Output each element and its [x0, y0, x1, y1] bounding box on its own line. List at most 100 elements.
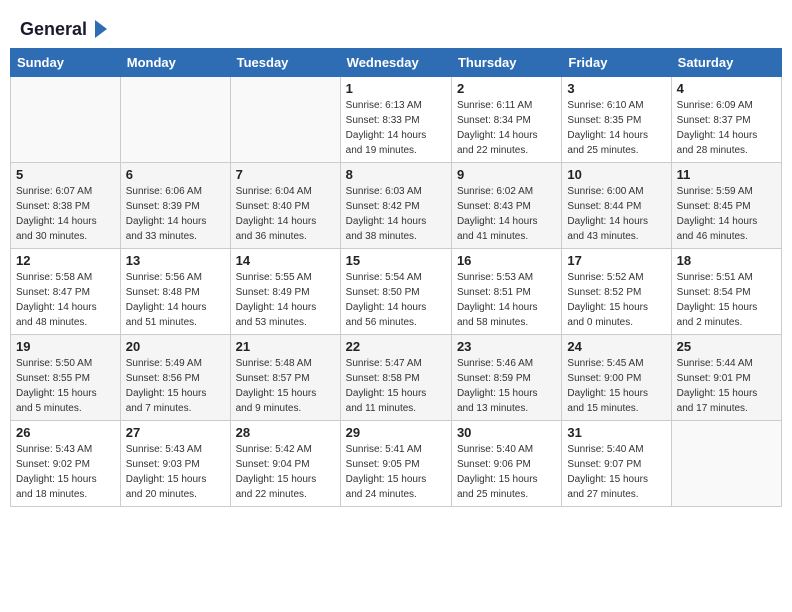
day-number: 30 [457, 425, 556, 440]
calendar-day-cell: 18 Sunrise: 5:51 AM Sunset: 8:54 PM Dayli… [671, 249, 781, 335]
day-number: 7 [236, 167, 335, 182]
day-number: 28 [236, 425, 335, 440]
calendar-header-row: SundayMondayTuesdayWednesdayThursdayFrid… [11, 49, 782, 77]
calendar-day-cell: 17 Sunrise: 5:52 AM Sunset: 8:52 PM Dayli… [562, 249, 671, 335]
day-number: 24 [567, 339, 665, 354]
day-info: Sunrise: 6:07 AM Sunset: 8:38 PM Dayligh… [16, 184, 115, 244]
day-info: Sunrise: 5:51 AM Sunset: 8:54 PM Dayligh… [677, 270, 776, 330]
day-number: 23 [457, 339, 556, 354]
logo-general-text: General [20, 19, 87, 40]
day-number: 19 [16, 339, 115, 354]
day-info: Sunrise: 5:53 AM Sunset: 8:51 PM Dayligh… [457, 270, 556, 330]
day-info: Sunrise: 6:11 AM Sunset: 8:34 PM Dayligh… [457, 98, 556, 158]
day-info: Sunrise: 5:48 AM Sunset: 8:57 PM Dayligh… [236, 356, 335, 416]
day-info: Sunrise: 5:47 AM Sunset: 8:58 PM Dayligh… [346, 356, 446, 416]
calendar-day-cell: 19 Sunrise: 5:50 AM Sunset: 8:55 PM Dayli… [11, 335, 121, 421]
day-number: 4 [677, 81, 776, 96]
calendar-week-row: 5 Sunrise: 6:07 AM Sunset: 8:38 PM Daylig… [11, 163, 782, 249]
calendar-day-cell: 8 Sunrise: 6:03 AM Sunset: 8:42 PM Daylig… [340, 163, 451, 249]
day-info: Sunrise: 5:54 AM Sunset: 8:50 PM Dayligh… [346, 270, 446, 330]
logo: General [20, 18, 109, 38]
day-info: Sunrise: 5:56 AM Sunset: 8:48 PM Dayligh… [126, 270, 225, 330]
calendar-day-cell: 13 Sunrise: 5:56 AM Sunset: 8:48 PM Dayli… [120, 249, 230, 335]
calendar-week-row: 26 Sunrise: 5:43 AM Sunset: 9:02 PM Dayli… [11, 421, 782, 507]
calendar-day-cell: 15Sunrise: 5:54 AM Sunset: 8:50 PM Dayli… [340, 249, 451, 335]
day-number: 18 [677, 253, 776, 268]
day-info: Sunrise: 5:42 AM Sunset: 9:04 PM Dayligh… [236, 442, 335, 502]
day-number: 9 [457, 167, 556, 182]
day-info: Sunrise: 5:45 AM Sunset: 9:00 PM Dayligh… [567, 356, 665, 416]
day-number: 1 [346, 81, 446, 96]
calendar-empty-cell [230, 77, 340, 163]
calendar-day-cell: 6Sunrise: 6:06 AM Sunset: 8:39 PM Daylig… [120, 163, 230, 249]
calendar-day-cell: 22 Sunrise: 5:47 AM Sunset: 8:58 PM Dayli… [340, 335, 451, 421]
calendar-day-cell: 27Sunrise: 5:43 AM Sunset: 9:03 PM Dayli… [120, 421, 230, 507]
day-info: Sunrise: 5:43 AM Sunset: 9:02 PM Dayligh… [16, 442, 115, 502]
calendar-day-cell: 21 Sunrise: 5:48 AM Sunset: 8:57 PM Dayli… [230, 335, 340, 421]
weekday-header-friday: Friday [562, 49, 671, 77]
calendar-day-cell: 25 Sunrise: 5:44 AM Sunset: 9:01 PM Dayli… [671, 335, 781, 421]
day-number: 25 [677, 339, 776, 354]
day-info: Sunrise: 5:46 AM Sunset: 8:59 PM Dayligh… [457, 356, 556, 416]
day-info: Sunrise: 5:50 AM Sunset: 8:55 PM Dayligh… [16, 356, 115, 416]
calendar-day-cell: 14Sunrise: 5:55 AM Sunset: 8:49 PM Dayli… [230, 249, 340, 335]
weekday-header-thursday: Thursday [451, 49, 561, 77]
calendar-day-cell: 16 Sunrise: 5:53 AM Sunset: 8:51 PM Dayli… [451, 249, 561, 335]
calendar-day-cell: 26 Sunrise: 5:43 AM Sunset: 9:02 PM Dayli… [11, 421, 121, 507]
day-info: Sunrise: 6:06 AM Sunset: 8:39 PM Dayligh… [126, 184, 225, 244]
day-info: Sunrise: 6:09 AM Sunset: 8:37 PM Dayligh… [677, 98, 776, 158]
day-info: Sunrise: 6:04 AM Sunset: 8:40 PM Dayligh… [236, 184, 335, 244]
day-info: Sunrise: 5:55 AM Sunset: 8:49 PM Dayligh… [236, 270, 335, 330]
calendar-day-cell: 24 Sunrise: 5:45 AM Sunset: 9:00 PM Dayli… [562, 335, 671, 421]
day-info: Sunrise: 6:10 AM Sunset: 8:35 PM Dayligh… [567, 98, 665, 158]
day-number: 26 [16, 425, 115, 440]
calendar-day-cell: 3 Sunrise: 6:10 AM Sunset: 8:35 PM Daylig… [562, 77, 671, 163]
calendar-day-cell: 30 Sunrise: 5:40 AM Sunset: 9:06 PM Dayli… [451, 421, 561, 507]
day-number: 5 [16, 167, 115, 182]
calendar-empty-cell [671, 421, 781, 507]
calendar-day-cell: 20Sunrise: 5:49 AM Sunset: 8:56 PM Dayli… [120, 335, 230, 421]
page-header: General [10, 10, 782, 42]
logo-icon [87, 18, 109, 40]
day-number: 16 [457, 253, 556, 268]
calendar-day-cell: 28 Sunrise: 5:42 AM Sunset: 9:04 PM Dayli… [230, 421, 340, 507]
calendar-day-cell: 2Sunrise: 6:11 AM Sunset: 8:34 PM Daylig… [451, 77, 561, 163]
calendar-day-cell: 10 Sunrise: 6:00 AM Sunset: 8:44 PM Dayli… [562, 163, 671, 249]
day-number: 21 [236, 339, 335, 354]
day-number: 10 [567, 167, 665, 182]
day-number: 27 [126, 425, 225, 440]
weekday-header-sunday: Sunday [11, 49, 121, 77]
calendar-week-row: 12Sunrise: 5:58 AM Sunset: 8:47 PM Dayli… [11, 249, 782, 335]
day-number: 8 [346, 167, 446, 182]
day-number: 11 [677, 167, 776, 182]
calendar-day-cell: 1 Sunrise: 6:13 AM Sunset: 8:33 PM Daylig… [340, 77, 451, 163]
day-number: 17 [567, 253, 665, 268]
calendar-week-row: 1 Sunrise: 6:13 AM Sunset: 8:33 PM Daylig… [11, 77, 782, 163]
day-number: 3 [567, 81, 665, 96]
calendar-empty-cell [120, 77, 230, 163]
weekday-header-tuesday: Tuesday [230, 49, 340, 77]
calendar-day-cell: 5 Sunrise: 6:07 AM Sunset: 8:38 PM Daylig… [11, 163, 121, 249]
day-number: 22 [346, 339, 446, 354]
calendar-day-cell: 29Sunrise: 5:41 AM Sunset: 9:05 PM Dayli… [340, 421, 451, 507]
day-info: Sunrise: 6:02 AM Sunset: 8:43 PM Dayligh… [457, 184, 556, 244]
day-info: Sunrise: 5:44 AM Sunset: 9:01 PM Dayligh… [677, 356, 776, 416]
day-info: Sunrise: 5:41 AM Sunset: 9:05 PM Dayligh… [346, 442, 446, 502]
calendar-day-cell: 9 Sunrise: 6:02 AM Sunset: 8:43 PM Daylig… [451, 163, 561, 249]
day-info: Sunrise: 6:13 AM Sunset: 8:33 PM Dayligh… [346, 98, 446, 158]
day-number: 13 [126, 253, 225, 268]
weekday-header-saturday: Saturday [671, 49, 781, 77]
calendar-week-row: 19 Sunrise: 5:50 AM Sunset: 8:55 PM Dayli… [11, 335, 782, 421]
day-info: Sunrise: 6:00 AM Sunset: 8:44 PM Dayligh… [567, 184, 665, 244]
day-info: Sunrise: 5:40 AM Sunset: 9:06 PM Dayligh… [457, 442, 556, 502]
day-info: Sunrise: 5:59 AM Sunset: 8:45 PM Dayligh… [677, 184, 776, 244]
day-number: 12 [16, 253, 115, 268]
calendar-table: SundayMondayTuesdayWednesdayThursdayFrid… [10, 48, 782, 507]
day-info: Sunrise: 5:52 AM Sunset: 8:52 PM Dayligh… [567, 270, 665, 330]
day-info: Sunrise: 6:03 AM Sunset: 8:42 PM Dayligh… [346, 184, 446, 244]
day-number: 20 [126, 339, 225, 354]
weekday-header-monday: Monday [120, 49, 230, 77]
calendar-day-cell: 12Sunrise: 5:58 AM Sunset: 8:47 PM Dayli… [11, 249, 121, 335]
calendar-empty-cell [11, 77, 121, 163]
day-number: 31 [567, 425, 665, 440]
